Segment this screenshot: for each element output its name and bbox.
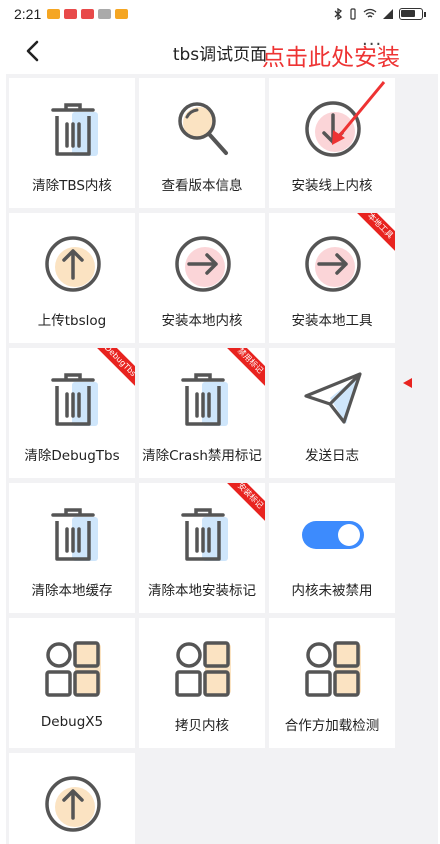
tile-label: 清除本地安装标记 [148,583,256,599]
grid-icon [42,638,104,700]
grid-icon [302,638,364,700]
tile-6[interactable]: 清除DebugTbs DebugTbs [9,348,135,478]
notification-icon [81,9,95,19]
tile-label: 上传tbslog [37,313,107,329]
tile-label: 清除TBS内核 [32,178,112,194]
trash-icon [172,503,234,565]
tile-label: 清除Crash禁用标记 [142,448,262,464]
tile-12[interactable]: DebugX5 [9,618,135,748]
tile-14[interactable]: 合作方加载检测 [269,618,395,748]
vibrate-icon [350,8,356,20]
tile-9[interactable]: 清除本地缓存 [9,483,135,613]
bluetooth-icon [334,8,343,20]
tile-1[interactable]: 查看版本信息 [139,78,265,208]
tile-7[interactable]: 清除Crash禁用标记 禁用标记 [139,348,265,478]
tile-4[interactable]: 安装本地内核 [139,213,265,343]
notification-icon [115,9,129,19]
status-indicators [333,8,426,20]
status-time: 2:21 [14,6,42,22]
tile-partial[interactable] [9,753,135,844]
trash-icon [42,98,104,160]
trash-icon [42,368,104,430]
notification-icon [47,9,61,19]
arrow-right-icon [302,233,364,295]
tile-label: 安装本地内核 [161,313,243,329]
magnifier-icon [172,98,234,160]
notification-icon [64,9,78,19]
upload-icon [42,773,104,835]
paper-plane-icon [302,368,364,430]
tile-10[interactable]: 清除本地安装标记 安装标记 [139,483,265,613]
tile-label: 拷贝内核 [175,718,229,734]
download-icon [302,98,364,160]
tile-label: DebugX5 [40,714,104,730]
notification-icon [98,9,112,19]
tile-13[interactable]: 拷贝内核 [139,618,265,748]
battery-tip [424,11,426,17]
install-annotation: 点击此处安装 [262,45,400,71]
upload-icon [42,233,104,295]
tool-grid: 清除TBS内核 查看版本信息 安装线上内核 上传tbslog 安装本地内核 安装… [6,74,438,844]
tile-label: 安装本地工具 [291,313,373,329]
grid-icon [172,638,234,700]
trash-icon [42,503,104,565]
tile-5[interactable]: 安装本地工具 本地工具 [269,213,395,343]
signal-icon [383,9,393,19]
tile-3[interactable]: 上传tbslog [9,213,135,343]
scroll-indicator-marker [403,378,412,388]
tile-0[interactable]: 清除TBS内核 [9,78,135,208]
trash-icon [172,368,234,430]
tile-label: 合作方加载检测 [284,718,380,734]
tile-11[interactable]: 内核未被禁用 [269,483,395,613]
status-bar: 2:21 [0,0,440,28]
tile-2[interactable]: 安装线上内核 [269,78,395,208]
tile-label: 查看版本信息 [161,178,243,194]
tile-label: 安装线上内核 [291,178,373,194]
notification-icons [47,9,132,19]
tile-label: 清除本地缓存 [31,583,113,599]
tile-label: 内核未被禁用 [291,583,373,599]
battery-icon [399,8,423,20]
toggle-icon [302,503,364,565]
tile-label: 发送日志 [305,448,359,464]
tile-8[interactable]: 发送日志 [269,348,395,478]
wifi-icon [363,8,377,18]
arrow-right-icon [172,233,234,295]
tile-label: 清除DebugTbs [24,448,120,464]
